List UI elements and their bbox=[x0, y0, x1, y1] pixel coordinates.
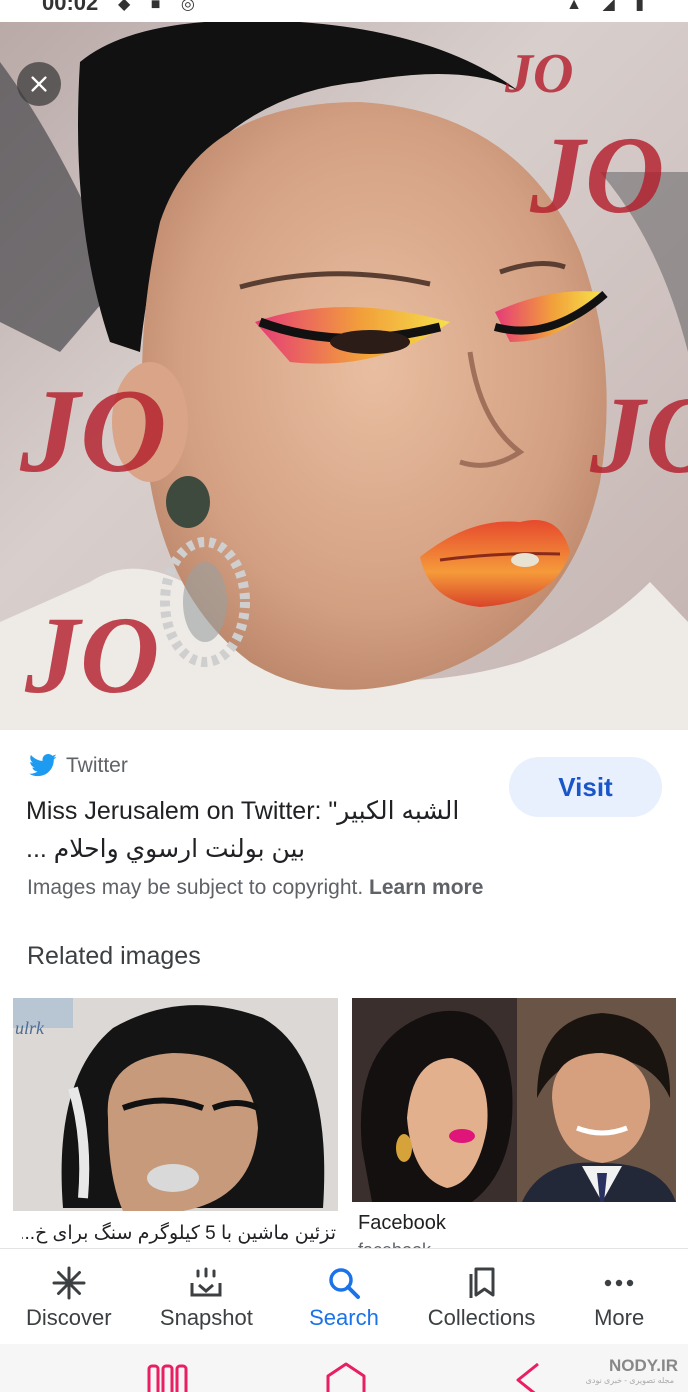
hero-background-text: JO bbox=[25, 594, 160, 716]
status-icons-right: ▲ ◢ ▮ bbox=[566, 0, 652, 13]
snapshot-icon bbox=[190, 1267, 222, 1297]
nav-label: Discover bbox=[26, 1305, 112, 1330]
nav-snapshot[interactable]: Snapshot bbox=[138, 1249, 276, 1344]
status-time: 00:02 bbox=[42, 0, 99, 15]
related-image-2-photo bbox=[352, 998, 676, 1202]
hero-image[interactable]: JO JO JO JO JO bbox=[0, 22, 688, 730]
nav-more[interactable]: More bbox=[550, 1249, 688, 1344]
nav-label: More bbox=[594, 1305, 645, 1330]
related-image-1-photo bbox=[13, 998, 338, 1211]
result-title-line-1: Miss Jerusalem on Twitter: "الشبه الكبير bbox=[26, 797, 460, 825]
watermark: NODY.IR bbox=[609, 1356, 678, 1375]
related-images-heading: Related images bbox=[27, 942, 201, 970]
visit-button[interactable]: Visit bbox=[509, 757, 662, 817]
thumbnail-overlay-text: ulrk bbox=[15, 1018, 44, 1038]
collections-icon bbox=[469, 1267, 495, 1298]
nav-label: Snapshot bbox=[159, 1305, 253, 1330]
related-image-thumbnail[interactable] bbox=[352, 998, 676, 1202]
related-image-caption[interactable]: تزئین ماشین با 5 کیلوگرم سنگ برای خ... bbox=[22, 1222, 336, 1245]
discover-icon bbox=[52, 1266, 86, 1300]
twitter-bird-icon bbox=[29, 754, 57, 777]
bottom-navigation: Discover Snapshot Search Collections Mor… bbox=[0, 1248, 688, 1344]
nav-collections[interactable]: Collections bbox=[413, 1249, 551, 1344]
learn-more-link[interactable]: Learn more bbox=[369, 876, 483, 899]
back-icon[interactable] bbox=[510, 1362, 544, 1392]
status-icons-left: ◆ ■ ◎ bbox=[118, 0, 203, 13]
home-icon[interactable] bbox=[324, 1362, 368, 1392]
result-title-line-2: بين بولنت ارسوي واحلام ... bbox=[26, 835, 306, 863]
hero-background-text: JO bbox=[20, 364, 167, 497]
copyright-text: Images may be subject to copyright. bbox=[27, 876, 364, 899]
recent-apps-icon[interactable] bbox=[146, 1362, 190, 1392]
related-image-thumbnail[interactable]: ulrk bbox=[13, 998, 338, 1211]
related-image-caption[interactable]: Facebook bbox=[358, 1212, 446, 1235]
hero-background-text: JO bbox=[590, 374, 688, 496]
status-bar: 00:02 ◆ ■ ◎ ▲ ◢ ▮ bbox=[0, 0, 688, 22]
source-name: Twitter bbox=[66, 754, 128, 777]
result-source[interactable]: Twitter bbox=[28, 752, 128, 780]
nav-search[interactable]: Search bbox=[275, 1249, 413, 1344]
close-button[interactable] bbox=[17, 62, 61, 106]
nav-label: Collections bbox=[427, 1305, 536, 1330]
search-icon bbox=[329, 1268, 360, 1299]
hero-background-text: JO bbox=[530, 114, 665, 236]
watermark-subtitle: مجله تصویری - خبری نودی bbox=[585, 1376, 674, 1385]
nav-label: Search bbox=[309, 1305, 379, 1330]
copyright-notice: Images may be subject to copyright. Lear… bbox=[27, 876, 483, 900]
nav-discover[interactable]: Discover bbox=[0, 1249, 138, 1344]
result-title[interactable]: Miss Jerusalem on Twitter: "الشبه الكبير… bbox=[26, 792, 496, 868]
hero-background-text: JO bbox=[505, 43, 574, 105]
more-icon bbox=[604, 1279, 634, 1287]
close-icon bbox=[31, 76, 47, 92]
